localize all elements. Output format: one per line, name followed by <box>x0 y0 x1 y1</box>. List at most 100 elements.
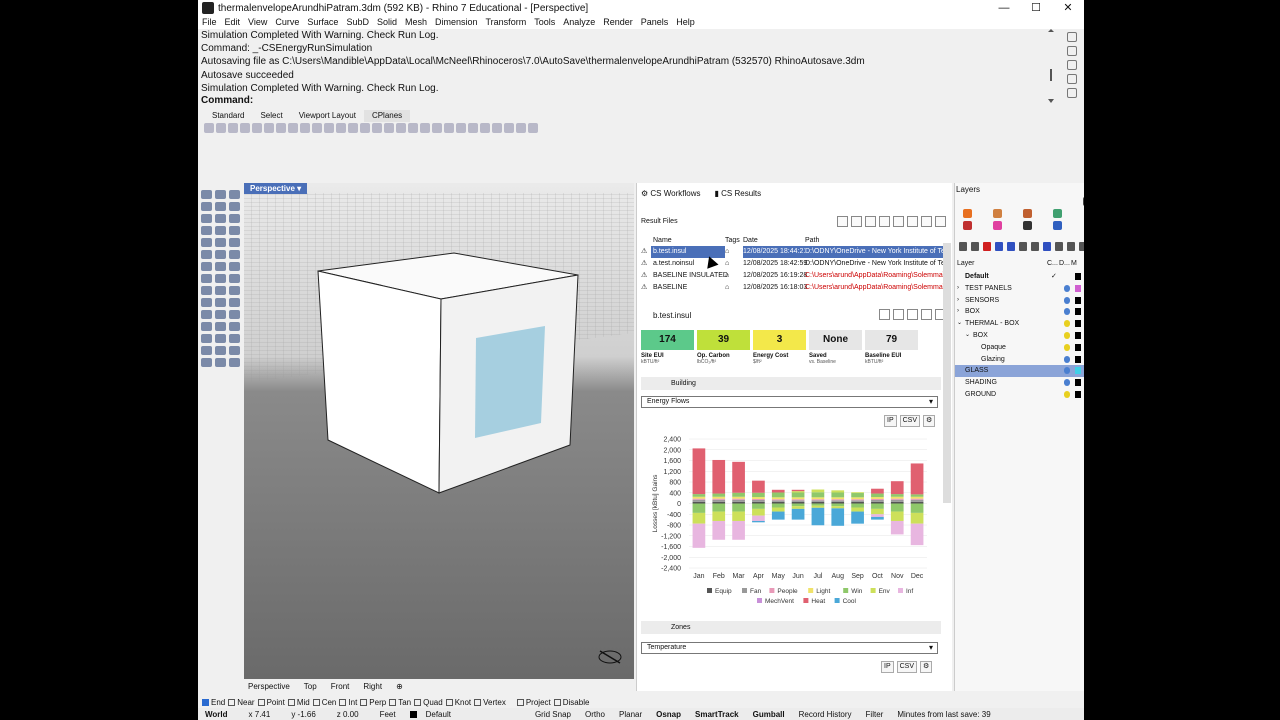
texture-icon[interactable] <box>993 209 1002 218</box>
menu-render[interactable]: Render <box>599 16 637 29</box>
layer-color-swatch[interactable] <box>1075 379 1081 387</box>
osnap-point[interactable]: Point <box>257 698 285 707</box>
checkbox[interactable] <box>202 698 209 706</box>
report-icon[interactable] <box>907 309 918 320</box>
expand-chevron-icon[interactable]: › <box>957 295 959 307</box>
modeling-tool-icon[interactable] <box>201 334 212 343</box>
tool-icon[interactable] <box>228 123 238 133</box>
settings-icon[interactable] <box>1067 242 1075 251</box>
move-up-icon[interactable] <box>995 242 1003 251</box>
osnap-int[interactable]: Int <box>339 698 357 707</box>
layer-color-swatch[interactable] <box>1075 343 1081 351</box>
tab-front[interactable]: Front <box>331 682 350 691</box>
modeling-tool-icon[interactable] <box>229 214 240 223</box>
modeling-tool-icon[interactable] <box>229 274 240 283</box>
checkbox[interactable] <box>360 698 368 706</box>
expand-chevron-icon[interactable]: › <box>957 306 959 318</box>
col-date[interactable]: Date <box>743 236 805 246</box>
tool-icon[interactable] <box>360 123 370 133</box>
col-current[interactable]: C... <box>1047 260 1059 267</box>
layer-row[interactable]: GLASS <box>955 365 1084 378</box>
layer-row[interactable]: SHADING <box>955 377 1084 389</box>
tool-icon[interactable] <box>336 123 346 133</box>
col-material[interactable]: M <box>1071 260 1077 267</box>
expand-chevron-icon[interactable]: › <box>957 283 959 295</box>
ip-button[interactable]: IP <box>884 415 897 427</box>
layer-row[interactable]: Opaque <box>955 342 1084 354</box>
menu-panels[interactable]: Panels <box>637 16 673 29</box>
layer-visibility-icon[interactable] <box>1064 379 1070 387</box>
modeling-tool-icon[interactable] <box>215 358 226 367</box>
layer-row[interactable]: ⌄ BOX <box>955 330 1084 342</box>
tab-top[interactable]: Top <box>304 682 317 691</box>
expand-icon[interactable] <box>1031 242 1039 251</box>
glazing-panel[interactable] <box>475 326 545 438</box>
tool-icon[interactable] <box>252 123 262 133</box>
viewport-label[interactable]: Perspective ▾ <box>244 183 308 194</box>
layer-visibility-icon[interactable] <box>1064 320 1070 328</box>
decal-icon[interactable] <box>1023 209 1032 218</box>
add-viewport-tab-icon[interactable]: ⊕ <box>396 682 403 691</box>
layer-row[interactable]: GROUND <box>955 389 1084 401</box>
modeling-tool-icon[interactable] <box>201 190 212 199</box>
close-button[interactable]: ✕ <box>1052 0 1084 16</box>
result-file-row[interactable]: ⚠ BASELINE INSULATED ⌂ 12/08/2025 16:19:28 C… <box>641 270 943 282</box>
layer-visibility-icon[interactable] <box>1064 296 1070 304</box>
metric-card[interactable]: 39 Op. Carbon lbCO₂/ft² <box>697 330 750 365</box>
checkbox[interactable] <box>414 698 422 706</box>
result-file-row[interactable]: ⚠ BASELINE ⌂ 12/08/2025 16:18:03 C:\Users\ar… <box>641 282 943 294</box>
modeling-tool-icon[interactable] <box>229 250 240 259</box>
cplane-world[interactable]: World <box>198 710 235 719</box>
folder-icon[interactable] <box>907 216 918 227</box>
tab-select[interactable]: Select <box>252 110 290 122</box>
checkbox[interactable] <box>287 698 295 706</box>
modeling-tool-icon[interactable] <box>229 190 240 199</box>
tool-icon[interactable] <box>384 123 394 133</box>
modeling-tool-icon[interactable] <box>201 226 212 235</box>
import-icon[interactable] <box>851 216 862 227</box>
modeling-tool-icon[interactable] <box>201 238 212 247</box>
menu-dimension[interactable]: Dimension <box>431 16 482 29</box>
ip-button[interactable]: IP <box>881 661 894 673</box>
modeling-tool-icon[interactable] <box>229 286 240 295</box>
layer-visibility-icon[interactable] <box>1064 355 1070 363</box>
checkbox[interactable] <box>257 698 265 706</box>
modeling-tool-icon[interactable] <box>229 226 240 235</box>
modeling-tool-icon[interactable] <box>215 310 226 319</box>
modeling-tool-icon[interactable] <box>215 298 226 307</box>
menu-solid[interactable]: Solid <box>373 16 401 29</box>
tab-perspective[interactable]: Perspective <box>248 682 290 691</box>
modeling-tool-icon[interactable] <box>201 214 212 223</box>
modeling-tool-icon[interactable] <box>201 274 212 283</box>
tool-icon[interactable] <box>444 123 454 133</box>
layer-visibility-icon[interactable] <box>1064 284 1070 292</box>
checkbox[interactable] <box>474 698 482 706</box>
modeling-tool-icon[interactable] <box>215 286 226 295</box>
layer-color-swatch[interactable] <box>1075 296 1081 304</box>
export-icon[interactable] <box>865 216 876 227</box>
tool-icon[interactable] <box>324 123 334 133</box>
current-layer-check-icon[interactable]: ✓ <box>1051 271 1057 283</box>
modeling-tool-icon[interactable] <box>229 322 240 331</box>
modeling-tool-icon[interactable] <box>215 334 226 343</box>
osnap-cen[interactable]: Cen <box>312 698 336 707</box>
notification-icon[interactable] <box>1053 221 1062 230</box>
rotate-icon[interactable] <box>1067 46 1077 56</box>
zoom-window-icon[interactable] <box>1067 74 1077 84</box>
modeling-tool-icon[interactable] <box>215 346 226 355</box>
modeling-tool-icon[interactable] <box>229 346 240 355</box>
zones-section-header[interactable]: Zones <box>641 621 941 634</box>
tab-cplanes[interactable]: CPlanes <box>363 110 411 122</box>
layer-visibility-icon[interactable] <box>1064 390 1070 398</box>
layer-color-swatch[interactable] <box>1075 320 1081 328</box>
record-history-toggle[interactable]: Record History <box>792 710 859 719</box>
layer-color-swatch[interactable] <box>1075 308 1081 316</box>
checkbox[interactable] <box>389 698 397 706</box>
checkbox[interactable] <box>516 698 524 706</box>
tab-standard[interactable]: Standard <box>204 110 252 122</box>
tab-cs-results[interactable]: ▮ CS Results <box>715 189 762 198</box>
modeling-tool-icon[interactable] <box>229 238 240 247</box>
filter-icon[interactable] <box>1043 242 1051 251</box>
modeling-tool-icon[interactable] <box>201 286 212 295</box>
settings-icon[interactable]: ⚙ <box>920 661 933 673</box>
